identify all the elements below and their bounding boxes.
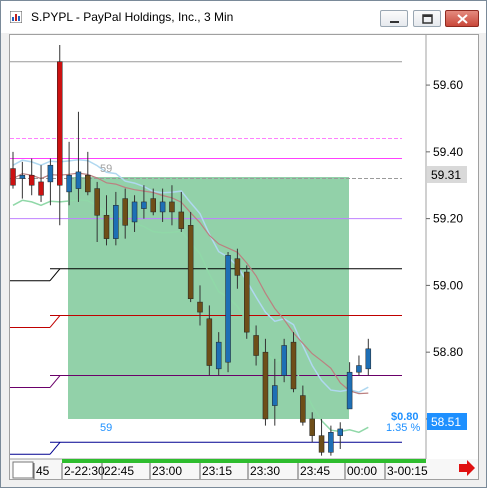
restore-icon [422,14,433,24]
x-tick-label: 00:00 [347,464,377,478]
x-tick-label: 3-00:15 [387,464,428,478]
close-button[interactable] [445,10,479,27]
candle-body [309,418,315,436]
candle-body [215,341,222,370]
x-tick-label: 23:15 [202,464,232,478]
candle-body [234,258,241,276]
change-percent-label: 1.35 % [386,422,420,434]
candle-body [225,255,231,363]
candle-body [244,271,250,333]
minimize-icon [390,21,399,23]
count-label-bottom: 59 [100,422,112,434]
time-axis[interactable]: 45 2-22:30 22:45 23:00 23:15 23:30 23:45 00:00 3… [33,463,428,479]
x-tick-label: 45 [36,464,50,478]
chart-window: S.PYPL - PayPal Holdings, Inc., 3 Min 59… [0,0,487,488]
y-tick-label: 59.20 [433,212,463,226]
title-bar[interactable]: S.PYPL - PayPal Holdings, Inc., 3 Min [1,1,486,33]
x-tick-label: 23:45 [300,464,330,478]
candle-body [131,201,138,223]
candle-body [197,301,203,313]
close-icon [457,14,468,24]
candle-body [356,365,362,373]
candle-body [253,335,259,356]
current-price-tag: 58.51 [431,415,461,429]
candle-body [19,174,26,179]
restore-button[interactable] [413,10,441,27]
price-chart[interactable]: 59.6059.4059.2059.0058.8058.60 59.31 58.… [10,35,478,479]
candle-body [122,198,128,226]
candle-body [346,371,353,410]
candle-body [206,318,213,366]
y-tick-label: 58.80 [433,345,463,359]
candle-body [272,385,278,406]
candle-body [281,345,287,376]
window-title: S.PYPL - PayPal Holdings, Inc., 3 Min [31,10,234,24]
candle-body [141,201,147,209]
candle-body [328,432,334,453]
candle-body [85,174,91,193]
candle-body [113,205,119,239]
candle-body [75,171,82,189]
scroll-thumb[interactable] [12,461,34,479]
x-tick-label: 23:00 [152,464,182,478]
y-tick-label: 59.00 [433,278,463,292]
candle-body [28,174,35,186]
session-bar [62,459,426,463]
x-tick-label: 2-22:30 [64,464,105,478]
chart-app-icon [10,11,22,23]
x-tick-label: 23:30 [250,464,280,478]
x-tick-label: 22:45 [104,464,134,478]
candle-body [178,211,185,229]
candle-body [103,215,110,239]
candle-body [169,201,175,213]
chart-frame: 59.6059.4059.2059.0058.8058.60 59.31 58.… [9,34,479,480]
candle-body [10,168,16,186]
candle-body [159,201,166,213]
candle-body [262,351,269,420]
minimize-button[interactable] [380,10,408,27]
candle-body [38,181,44,196]
last-price-tag: 59.31 [431,168,461,182]
y-tick-label: 59.40 [433,145,463,159]
candle-body [150,198,156,213]
price-axis[interactable]: 59.6059.4059.2059.0058.8058.60 [426,78,463,426]
candle-body [337,428,343,436]
count-label-top: 59 [100,163,112,175]
candle-body [187,225,194,299]
candle-body [290,341,297,390]
candle-body [365,348,372,370]
candle-body [94,188,100,216]
candle-body [57,61,63,186]
candle-body [318,435,325,453]
y-tick-label: 59.60 [433,78,463,92]
candle-body [47,164,54,183]
candle-body [66,174,72,193]
candle-body [300,395,306,423]
